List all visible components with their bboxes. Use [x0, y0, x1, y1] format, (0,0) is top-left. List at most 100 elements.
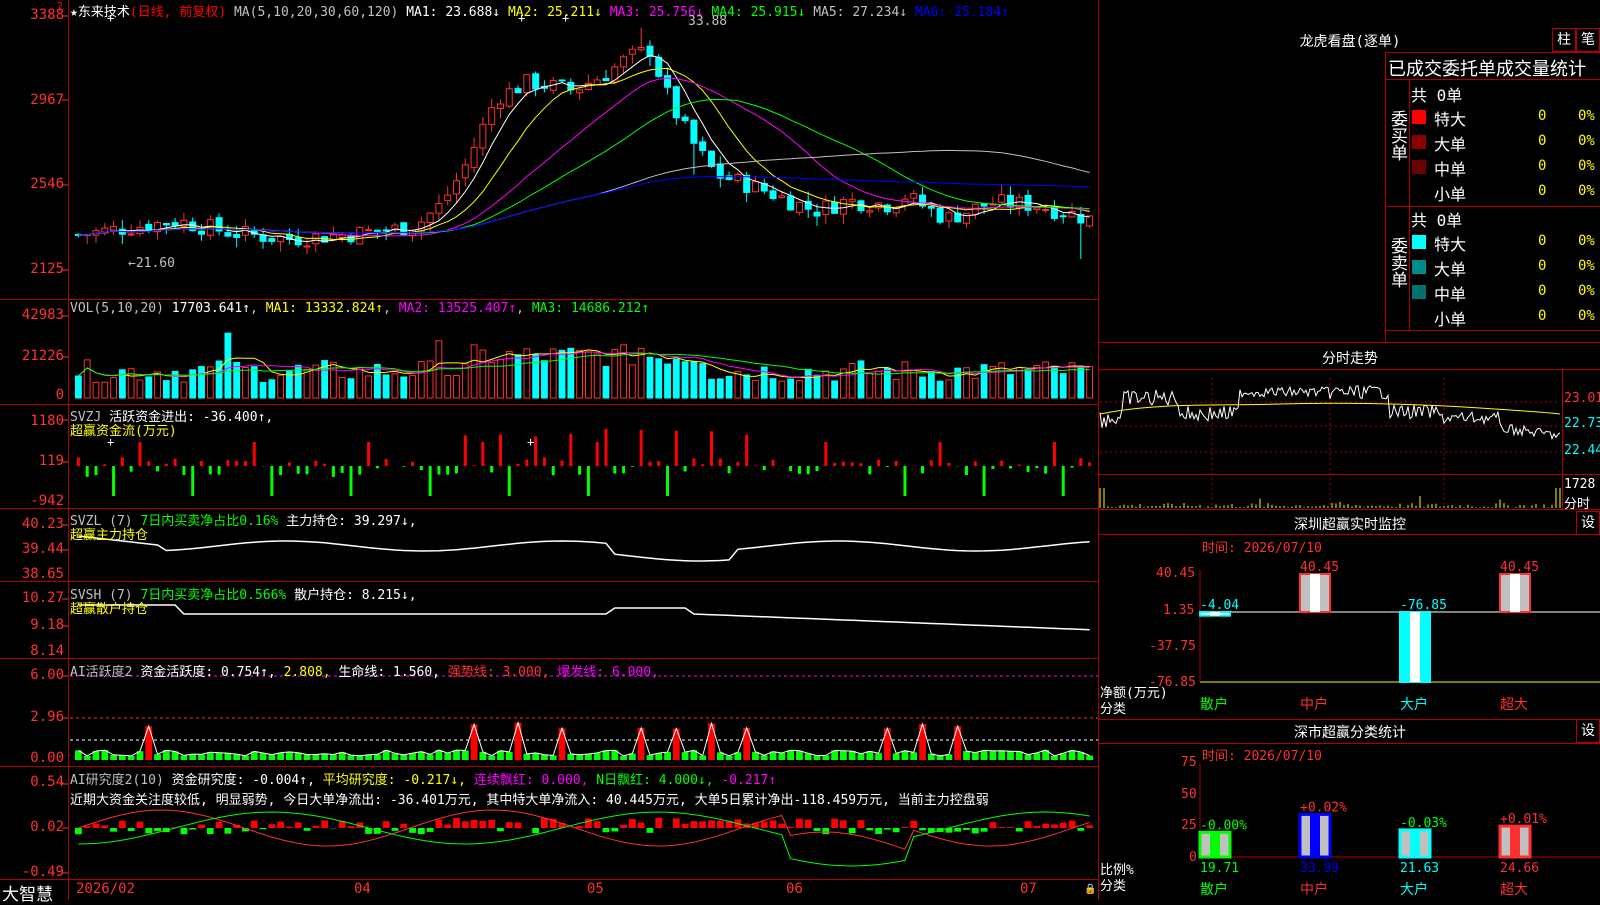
ai2-bar-21: [260, 828, 267, 829]
ai2-bar-17: [224, 828, 231, 834]
svsh-ytick-1: 9.18: [2, 617, 64, 633]
ai1-bar-53: [541, 755, 548, 760]
ai2-bar-85: [822, 828, 829, 834]
xaxis-label-0: 2026/02: [76, 881, 135, 897]
ai1-bar-59: [594, 753, 601, 760]
vol-bar-72: [709, 379, 715, 398]
ai1-bar-66: [655, 753, 662, 760]
vol-bar-73: [717, 379, 723, 398]
vol-bar-4: [111, 378, 117, 398]
vol-ytick-1: 21226: [2, 348, 64, 364]
candle-body-77: [752, 181, 758, 191]
candle-body-55: [559, 80, 565, 81]
candle-body-11: [172, 223, 178, 226]
ai1-bar-45: [471, 724, 478, 760]
svzj-ytick-2: -942: [2, 493, 64, 509]
classify-change-label-3: +0.01%: [1500, 812, 1547, 827]
ai2-bar-113: [1069, 821, 1076, 828]
monitor-bar-highlight-2: [1410, 612, 1420, 682]
ai2-t3: 连续飘红: 0.000,: [474, 773, 589, 788]
ai1-bar-47: [488, 756, 495, 760]
candle-body-98: [937, 208, 943, 222]
vol-ytick-0: 42983: [2, 307, 64, 323]
longhu-top-border: [1385, 52, 1600, 53]
vol-bar-48: [498, 360, 504, 398]
vol-value: 17703.641↑: [172, 301, 250, 316]
candle-body-66: [656, 57, 662, 76]
vol-bar-70: [691, 362, 697, 398]
ai1-bar-27: [312, 755, 319, 760]
monitor-bar-highlight-3: [1510, 574, 1520, 612]
ai1-bar-115: [1086, 756, 1093, 760]
svsh-line: [78, 605, 1089, 630]
ai1-bar-55: [559, 728, 566, 760]
ai2-bar-96: [919, 828, 926, 830]
xaxis-label-2: 05: [587, 881, 604, 897]
svzl-ytick-2: 38.65: [2, 566, 64, 582]
classify-value-label-0: 19.71: [1200, 861, 1239, 876]
ai2-bar-12: [181, 828, 188, 834]
candle-body-23: [278, 237, 284, 242]
ai1-bar-69: [682, 752, 689, 760]
longhu-inner-border: [1409, 79, 1410, 330]
vol-bar-33: [366, 376, 372, 398]
ai2-bar-92: [884, 828, 891, 830]
vol-bar-98: [937, 381, 943, 398]
classify-settings-button[interactable]: 设: [1576, 719, 1600, 743]
vol-bar-34: [374, 364, 380, 398]
svzl-pct: 7日内买卖净占比0.16%: [140, 514, 278, 529]
buy-total: 共 0单: [1411, 82, 1462, 106]
candle-body-48: [497, 104, 503, 108]
ai1-bar-106: [1007, 751, 1014, 760]
classify-ytick-1: 50: [1181, 787, 1197, 802]
ai2-bar-14: [198, 825, 205, 828]
ai2-bar-52: [532, 828, 539, 833]
sell-row-swatch-3: [1412, 310, 1426, 324]
monitor-value-label-1: 40.45: [1300, 560, 1339, 575]
lock-icon[interactable]: 🔒: [1084, 884, 1096, 895]
main-chart-canvas[interactable]: +++++-4.04散户40.45中户-76.85大户40.45超大-0.00%…: [0, 0, 1600, 900]
ai1-bar-92: [884, 728, 891, 760]
ai2-bar-24: [286, 827, 293, 828]
sell-row-swatch-0: [1412, 235, 1426, 249]
sell-row-name-2: 中单: [1434, 281, 1466, 305]
candle-body-43: [454, 181, 460, 194]
ai1-t2: 2.808,: [284, 665, 331, 680]
vol-bar-107: [1016, 368, 1022, 398]
vol-ma3: MA3: 14686.212↑: [532, 301, 649, 316]
monitor-bar-highlight-1: [1310, 574, 1320, 612]
monitor-category-3: 超大: [1500, 697, 1528, 713]
ai2-bar-25: [295, 822, 302, 828]
ai2-bar-28: [321, 820, 328, 828]
column-view-button[interactable]: 柱: [1552, 28, 1576, 52]
ai1-bar-109: [1033, 753, 1040, 760]
ai1-bar-76: [743, 728, 750, 760]
candle-body-97: [928, 206, 934, 208]
candle-body-34: [374, 230, 380, 231]
divider-xaxis: [0, 879, 1098, 880]
classify-xlabel: 分类: [1100, 875, 1126, 894]
ai1-bar-43: [453, 750, 460, 760]
vol-bar-90: [867, 373, 873, 398]
ai2-bar-22: [268, 824, 275, 828]
vol-bar-79: [770, 379, 776, 398]
vol-bar-81: [788, 379, 794, 398]
longhu-header-border: [1385, 79, 1600, 80]
ai2-t1: 资金研究度: -0.004↑,: [172, 773, 315, 788]
vol-bar-64: [638, 348, 644, 398]
ai2-bar-89: [858, 820, 865, 828]
candle-body-57: [577, 90, 583, 93]
intraday-top-border: [1098, 342, 1600, 343]
ai2-bar-9: [154, 828, 161, 831]
ai2-bar-90: [866, 828, 873, 830]
tick-view-button[interactable]: 笔: [1576, 28, 1600, 52]
ai1-bar-82: [796, 751, 803, 760]
vol-bar-50: [515, 355, 521, 398]
candle-body-64: [638, 48, 644, 50]
vol-bar-12: [181, 382, 187, 398]
candle-body-65: [647, 46, 653, 56]
ai2-bar-8: [145, 828, 152, 833]
ai2-bar-108: [1025, 821, 1032, 828]
classify-bar-core-3: [1510, 826, 1520, 857]
monitor-settings-button[interactable]: 设: [1576, 511, 1600, 535]
